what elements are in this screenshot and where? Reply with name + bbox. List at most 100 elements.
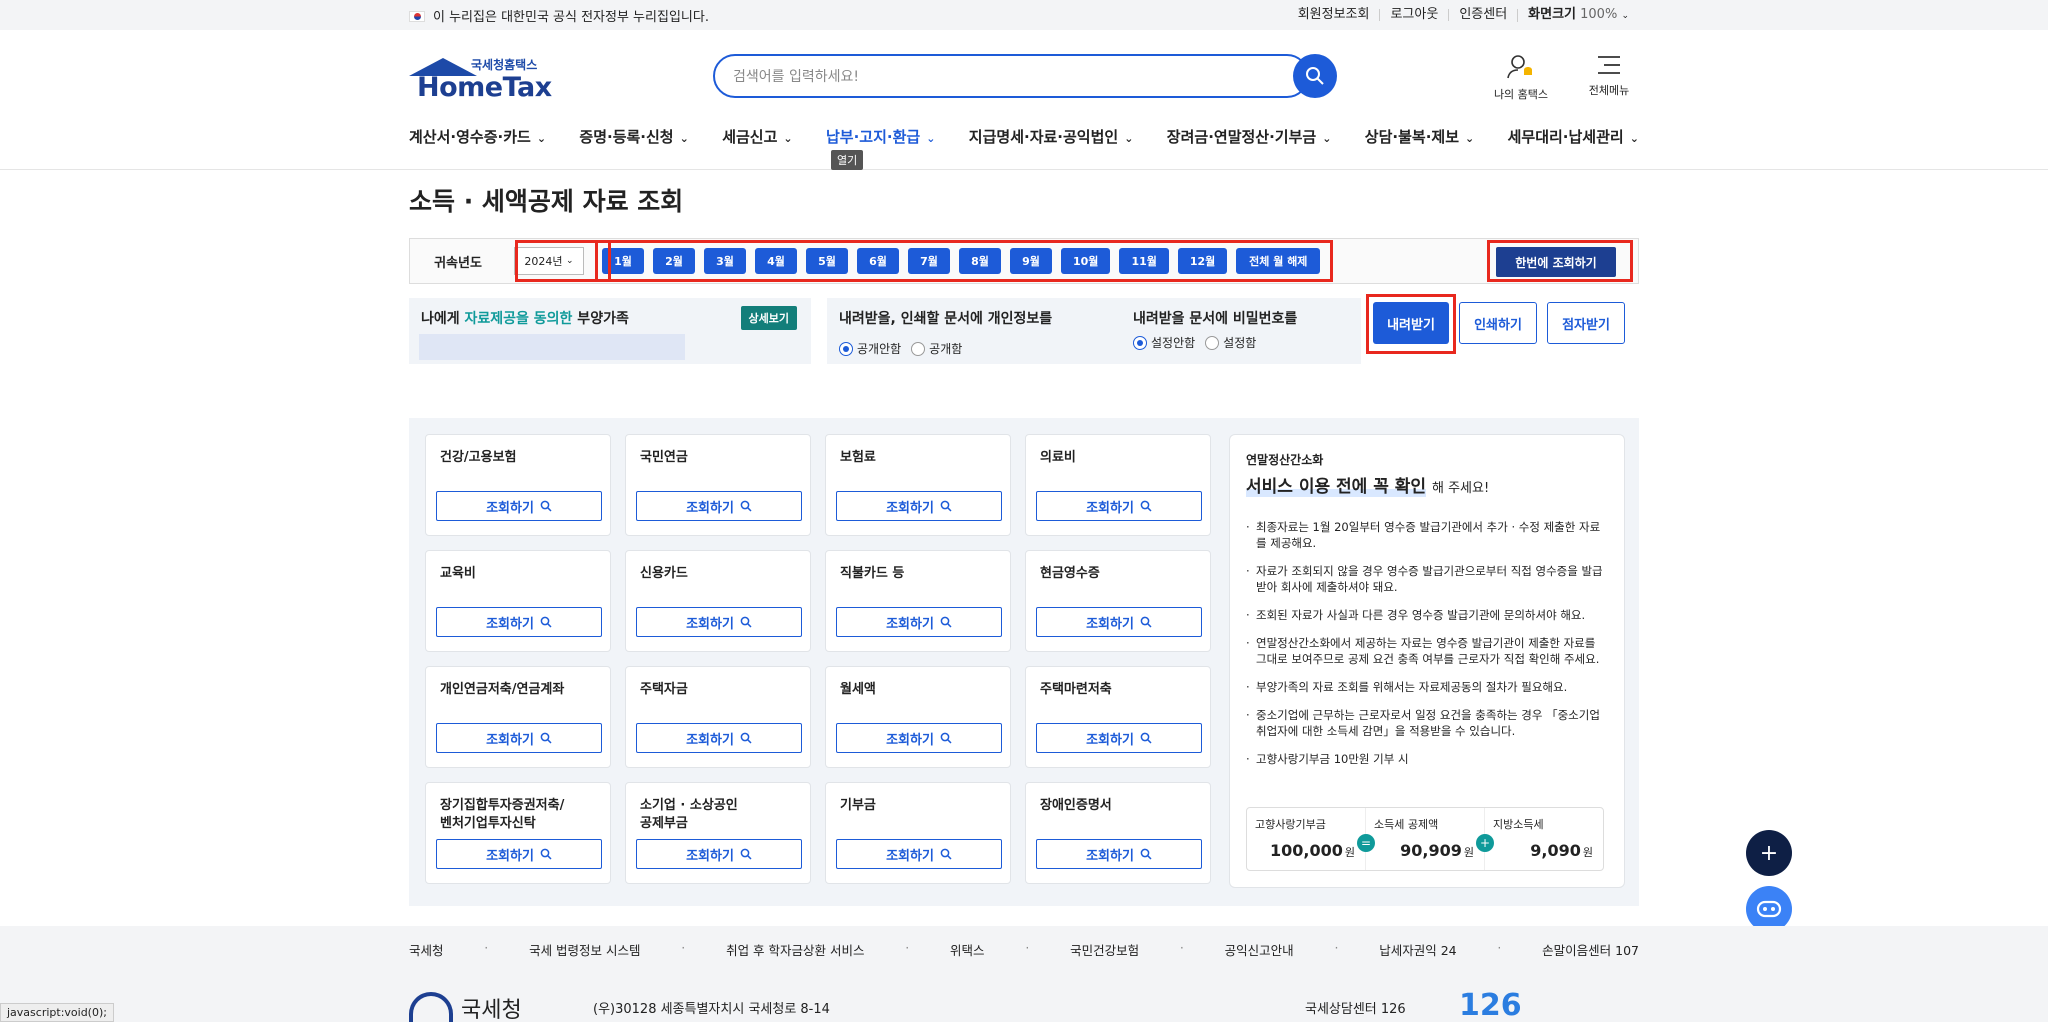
deduction-card: 주택자금조회하기 <box>625 666 811 768</box>
footer-address: (우)30128 세종특별자치시 국세청로 8-14 <box>593 998 830 1017</box>
search-input[interactable]: 검색어를 입력하세요! <box>713 54 1309 98</box>
notice-heading: 서비스 이용 전에 꼭 확인 해 주세요! <box>1246 472 1608 497</box>
gnb-item[interactable]: 지급명세·자료·공익법인⌄ <box>969 126 1134 147</box>
deduction-items-panel: 건강/고용보험조회하기국민연금조회하기보험료조회하기의료비조회하기교육비조회하기… <box>409 418 1639 906</box>
notice-item: 부양가족의 자료 조회를 위해서는 자료제공동의 절차가 필요해요. <box>1246 679 1608 695</box>
gnb-item[interactable]: 상담·불복·제보⌄ <box>1365 126 1474 147</box>
query-button[interactable]: 조회하기 <box>836 723 1002 753</box>
search-icon <box>940 848 952 860</box>
search-icon <box>740 848 752 860</box>
hometax-logo[interactable]: 국세청홈택스 HomeTax <box>409 56 539 102</box>
chevron-down-icon: ⌄ <box>1465 132 1474 145</box>
notice-item: 조회된 자료가 사실과 다른 경우 영수증 발급기관에 문의하셔야 해요. <box>1246 607 1608 623</box>
deduction-card: 국민연금조회하기 <box>625 434 811 536</box>
query-button[interactable]: 조회하기 <box>436 839 602 869</box>
gnb-item[interactable]: 계산서·영수증·카드⌄ <box>409 126 546 147</box>
footer-link[interactable]: 공익신고안내 <box>1225 940 1294 959</box>
password-radios: 설정안함 설정함 <box>1133 334 1256 351</box>
gnb-item[interactable]: 세무대리·납세관리⌄ <box>1508 126 1639 147</box>
nts-emblem-icon <box>409 992 453 1022</box>
chevron-down-icon: ⌄ <box>1630 132 1639 145</box>
my-hometax-button[interactable]: 나의 홈택스 <box>1491 54 1551 102</box>
radio-private[interactable]: 공개안함 <box>839 340 901 357</box>
query-button[interactable]: 조회하기 <box>436 723 602 753</box>
chatbot-icon <box>1756 898 1782 920</box>
query-button[interactable]: 조회하기 <box>1036 491 1202 521</box>
logout-link[interactable]: 로그아웃 <box>1379 9 1448 21</box>
browser-status-bar: javascript:void(0); <box>0 1003 114 1022</box>
deduction-card: 소기업 · 소상공인 공제부금조회하기 <box>625 782 811 884</box>
query-button[interactable]: 조회하기 <box>836 839 1002 869</box>
footer-link[interactable]: 손말이음센터 107 <box>1542 940 1639 959</box>
zoom-control[interactable]: 화면크기 100% ⌄ <box>1517 9 1639 22</box>
search-button[interactable] <box>1293 54 1337 98</box>
equals-icon: = <box>1357 834 1375 852</box>
nav-tooltip: 열기 <box>831 150 863 170</box>
footer-center: 국세상담센터 126 <box>1305 998 1406 1017</box>
query-button[interactable]: 조회하기 <box>436 607 602 637</box>
card-title: 의료비 <box>1040 449 1076 467</box>
member-info-link[interactable]: 회원정보조회 <box>1288 9 1380 21</box>
query-button[interactable]: 조회하기 <box>636 723 802 753</box>
deduction-card: 건강/고용보험조회하기 <box>425 434 611 536</box>
top-links: 회원정보조회 로그아웃 인증센터 화면크기 100% ⌄ <box>1288 9 1639 22</box>
footer-link[interactable]: 국민건강보험 <box>1070 940 1139 959</box>
radio-set-password[interactable]: 설정함 <box>1205 334 1256 351</box>
deduction-card: 현금영수증조회하기 <box>1025 550 1211 652</box>
footer-link[interactable]: 국세 법령정보 시스템 <box>529 940 640 959</box>
card-title: 소기업 · 소상공인 공제부금 <box>640 797 738 833</box>
deduction-card: 의료비조회하기 <box>1025 434 1211 536</box>
all-menu-button[interactable]: 전체메뉴 <box>1579 54 1639 102</box>
footer-link[interactable]: 위택스 <box>950 940 985 959</box>
query-button[interactable]: 조회하기 <box>636 839 802 869</box>
query-button[interactable]: 조회하기 <box>636 607 802 637</box>
print-button[interactable]: 인쇄하기 <box>1459 302 1537 344</box>
card-title: 장기집합투자증권저축/ 벤처기업투자신탁 <box>440 797 564 833</box>
center-126-badge: 126 <box>1459 988 1522 1023</box>
card-title: 보험료 <box>840 449 876 467</box>
chevron-down-icon: ⌄ <box>537 132 546 145</box>
gov-notice: 이 누리집은 대한민국 공식 전자정부 누리집입니다. <box>409 6 709 25</box>
search-icon <box>1305 66 1325 86</box>
query-button[interactable]: 조회하기 <box>836 607 1002 637</box>
radio-no-password[interactable]: 설정안함 <box>1133 334 1195 351</box>
options-row: 나에게 자료제공을 동의한 부양가족 상세보기 내려받을, 인쇄할 문서에 개인… <box>409 298 1639 364</box>
footer-link[interactable]: 취업 후 학자금상환 서비스 <box>726 940 864 959</box>
query-button[interactable]: 조회하기 <box>636 491 802 521</box>
query-button[interactable]: 조회하기 <box>836 491 1002 521</box>
consent-dependents: 나에게 자료제공을 동의한 부양가족 상세보기 <box>409 298 811 364</box>
card-title: 기부금 <box>840 797 876 815</box>
card-title: 국민연금 <box>640 449 688 467</box>
search-icon <box>940 732 952 744</box>
detail-button[interactable]: 상세보기 <box>741 306 797 330</box>
radio-public[interactable]: 공개함 <box>911 340 962 357</box>
card-title: 신용카드 <box>640 565 688 583</box>
footer-link[interactable]: 납세자권익 24 <box>1379 940 1456 959</box>
card-title: 월세액 <box>840 681 876 699</box>
notice-item: 자료가 조회되지 않을 경우 영수증 발급기관으로부터 직접 영수증을 발급받아… <box>1246 563 1608 595</box>
hamburger-icon <box>1596 54 1622 76</box>
search-icon <box>740 616 752 628</box>
cert-center-link[interactable]: 인증센터 <box>1448 9 1517 21</box>
gnb-item[interactable]: 세금신고⌄ <box>722 126 792 147</box>
notice-list: 최종자료는 1월 20일부터 영수증 발급기관에서 추가 · 수정 제출한 자료… <box>1246 519 1608 767</box>
query-button[interactable]: 조회하기 <box>1036 839 1202 869</box>
query-button[interactable]: 조회하기 <box>1036 723 1202 753</box>
deduction-card: 장애인증명서조회하기 <box>1025 782 1211 884</box>
card-title: 건강/고용보험 <box>440 449 517 467</box>
query-button[interactable]: 조회하기 <box>436 491 602 521</box>
highlight-box-query-all <box>1487 240 1633 282</box>
korea-flag-icon <box>409 11 425 22</box>
gnb-item[interactable]: 장려금·연말정산·기부금⌄ <box>1167 126 1332 147</box>
gnb-item[interactable]: 증명·등록·신청⌄ <box>579 126 688 147</box>
chevron-down-icon: ⌄ <box>1621 11 1629 21</box>
card-title: 교육비 <box>440 565 476 583</box>
braille-button[interactable]: 점자받기 <box>1547 302 1625 344</box>
gnb-item-active[interactable]: 납부·고지·환급⌄ <box>826 126 935 147</box>
deduction-card: 직불카드 등조회하기 <box>825 550 1011 652</box>
add-fab-button[interactable]: + <box>1746 830 1792 876</box>
search-icon <box>740 732 752 744</box>
gov-notice-bar: 이 누리집은 대한민국 공식 전자정부 누리집입니다. 회원정보조회 로그아웃 … <box>0 0 2048 30</box>
footer-link[interactable]: 국세청 <box>409 940 444 959</box>
query-button[interactable]: 조회하기 <box>1036 607 1202 637</box>
